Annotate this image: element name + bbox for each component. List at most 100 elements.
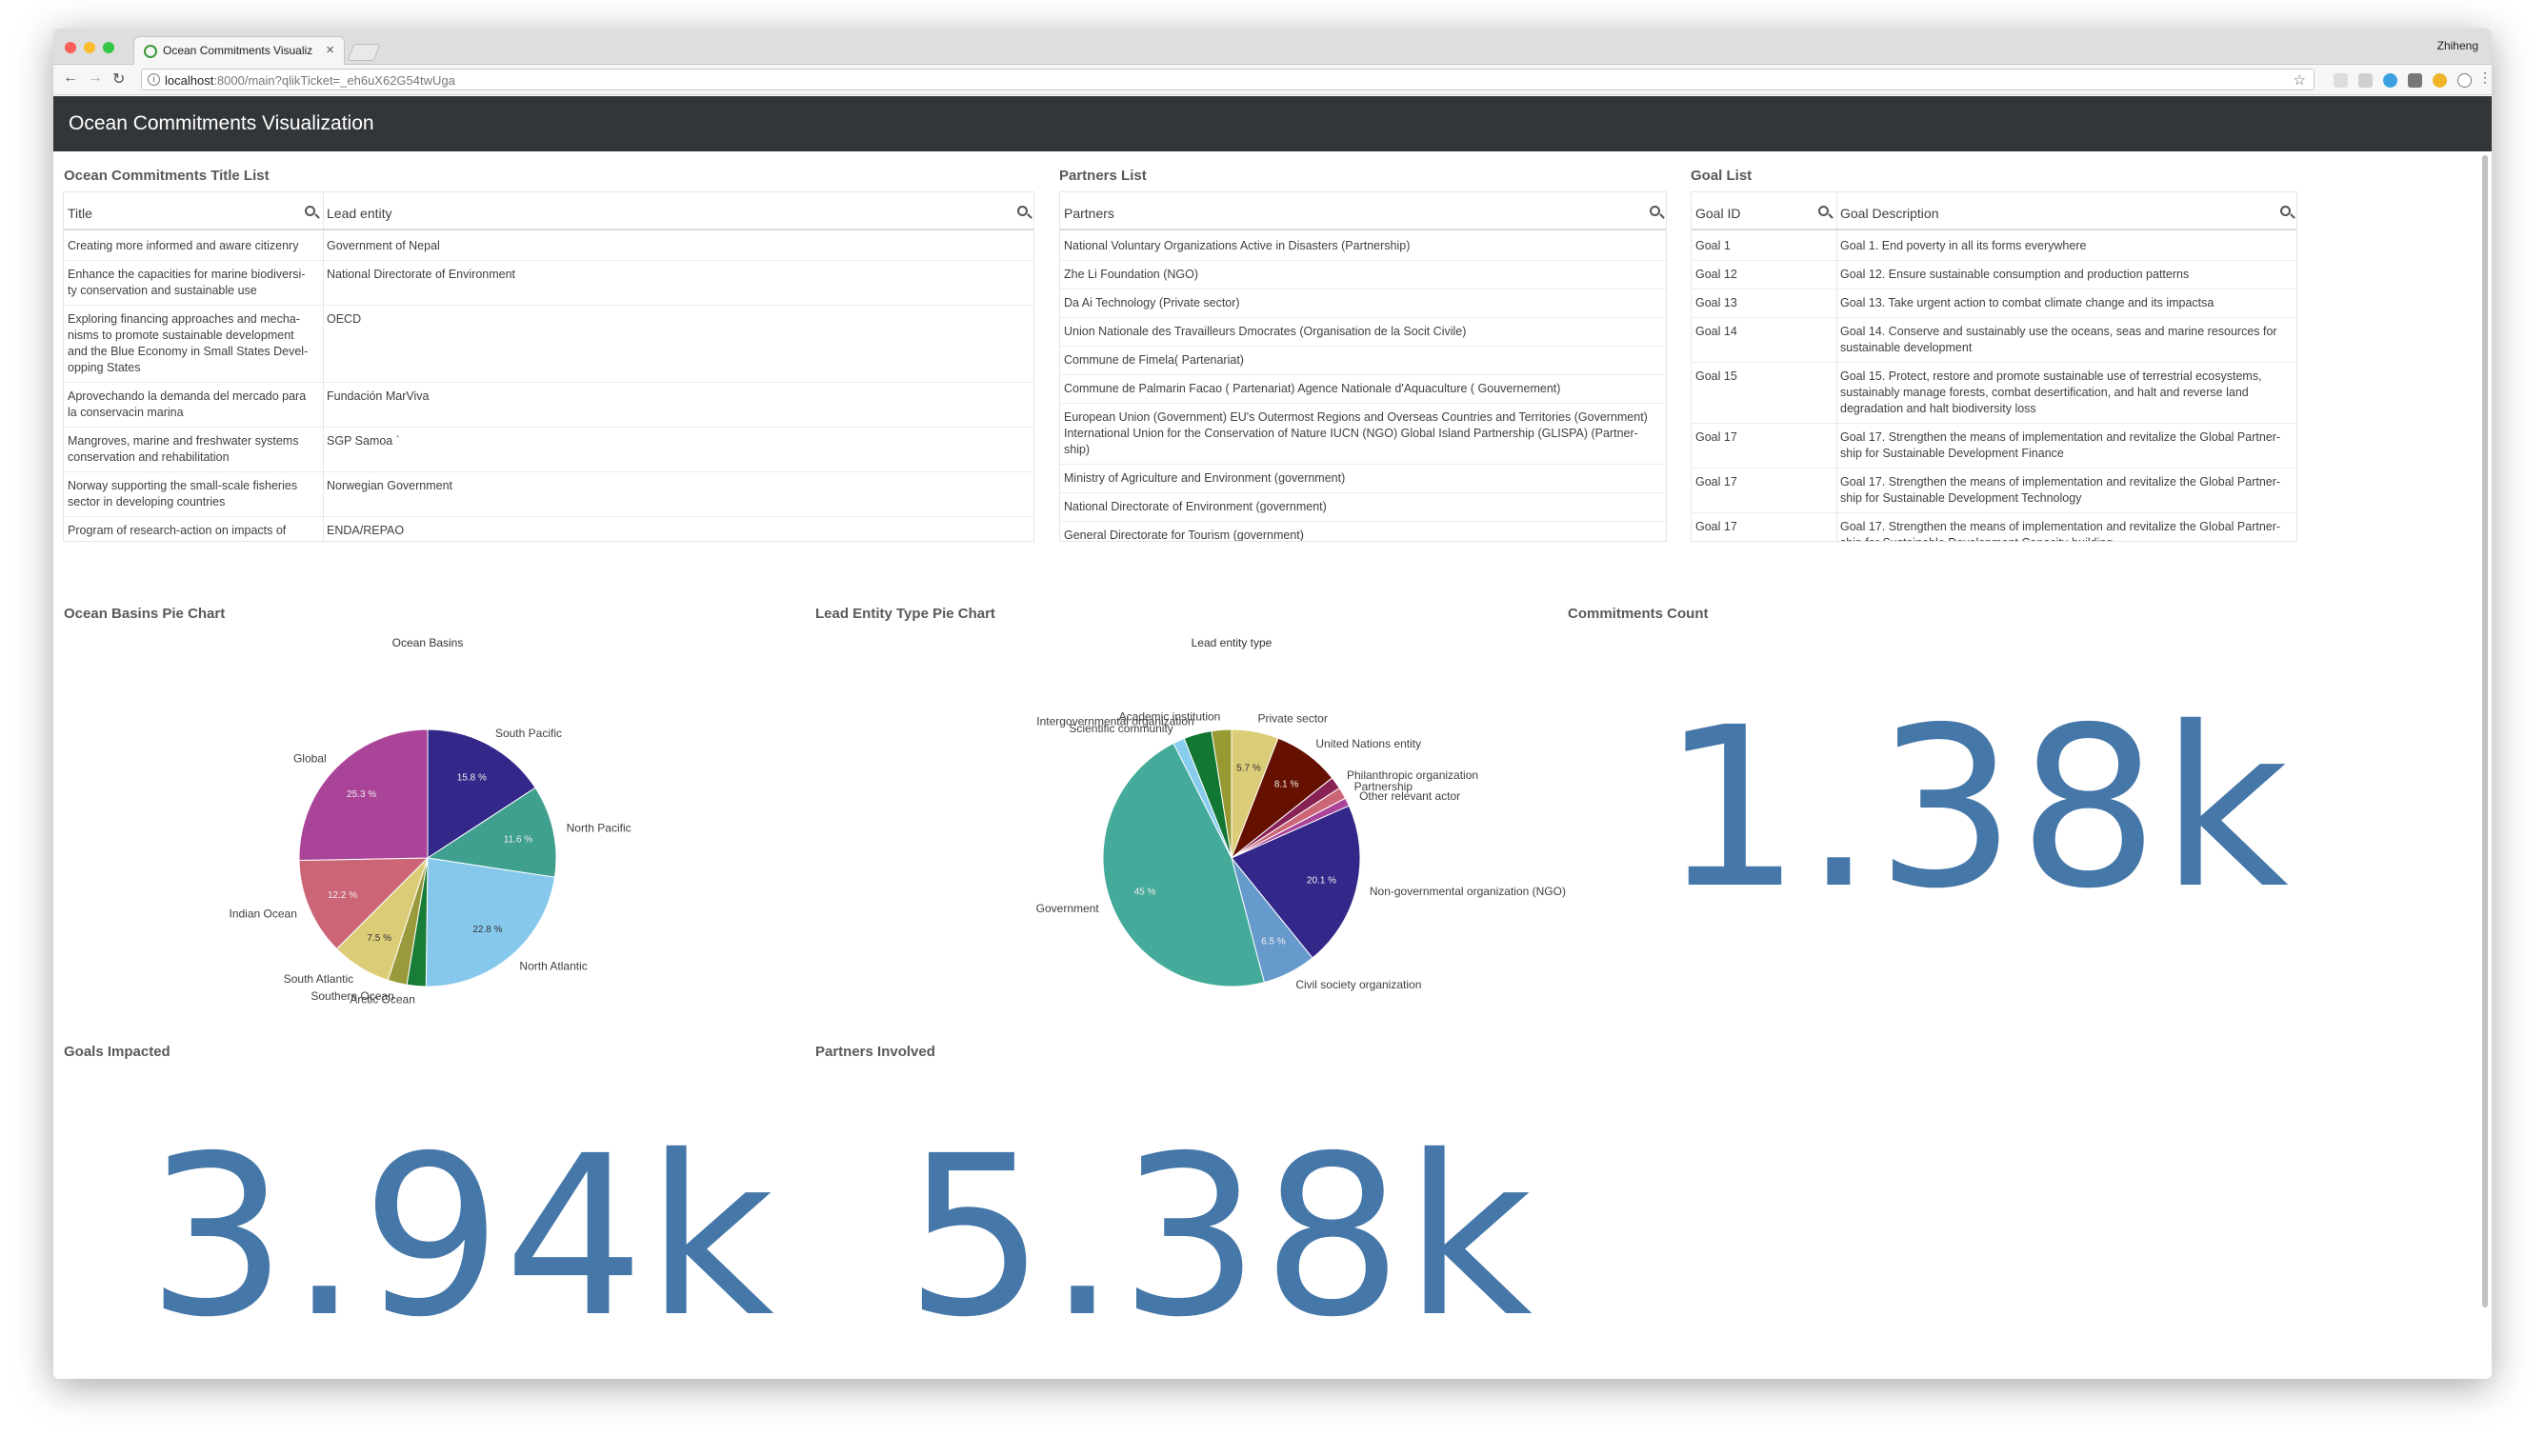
table-row[interactable]: Enhance the capacities for marine biodiv…	[64, 261, 1033, 306]
arrow-right-icon[interactable]: →	[88, 70, 103, 87]
table-cell[interactable]: Goal 14	[1692, 324, 1833, 363]
search-icon[interactable]	[1017, 206, 1028, 216]
table-cell[interactable]: Exploring financing approaches and mecha…	[64, 311, 319, 383]
profile-name[interactable]: Zhiheng	[2437, 39, 2478, 52]
table-cell[interactable]: Goal 17	[1692, 519, 1833, 541]
goals-table[interactable]: Goal ID Goal Description Goal 1 Goal 1. E…	[1691, 191, 2297, 542]
table-row[interactable]: Goal 13 Goal 13. Take urgent action to co…	[1692, 289, 2296, 318]
table-cell[interactable]: Goal 15	[1692, 369, 1833, 424]
table-cell[interactable]: National Voluntary Organizations Active …	[1060, 238, 1664, 261]
star-icon[interactable]: ☆	[2294, 71, 2306, 89]
table-row[interactable]: Creating more informed and aware citizen…	[64, 232, 1033, 261]
table-cell[interactable]: Goal 17	[1692, 474, 1833, 513]
table-row[interactable]: Norway supporting the small-scale fisher…	[64, 472, 1033, 517]
table-row[interactable]: National Voluntary Organizations Active …	[1060, 232, 1666, 261]
table-row[interactable]: National Directorate of Environment (gov…	[1060, 493, 1666, 522]
table-row[interactable]: Goal 15 Goal 15. Protect, restore and pro…	[1692, 363, 2296, 424]
extension-icon[interactable]	[2457, 73, 2472, 88]
table-row[interactable]: Goal 12 Goal 12. Ensure sustainable consu…	[1692, 261, 2296, 289]
table-cell[interactable]: National Directorate of Environment	[323, 267, 1028, 306]
more-vertical-icon[interactable]: ⋮	[2478, 70, 2492, 86]
table-row[interactable]: Commune de Palmarin Facao ( Partenariat)…	[1060, 375, 1666, 404]
extension-icon[interactable]	[2334, 73, 2348, 88]
goal-id-column-header[interactable]: Goal ID	[1692, 192, 1836, 230]
table-cell[interactable]: Goal 12. Ensure sustainable consumption …	[1836, 267, 2294, 289]
table-cell[interactable]: SGP Samoa `	[323, 433, 1028, 472]
table-cell[interactable]: Enhance the capacities for marine biodiv…	[64, 267, 319, 306]
table-row[interactable]: Program of research-action on impacts of…	[64, 517, 1033, 541]
table-row[interactable]: Exploring financing approaches and mecha…	[64, 306, 1033, 383]
table-cell[interactable]: OECD	[323, 311, 1028, 383]
address-bar[interactable]: i localhost:8000/main?qlikTicket=_eh6uX6…	[141, 69, 2315, 90]
table-cell[interactable]: General Directorate for Tourism (governm…	[1060, 528, 1664, 541]
title-column-header[interactable]: Title	[64, 192, 323, 230]
table-cell[interactable]: Goal 13	[1692, 295, 1833, 318]
table-cell[interactable]: Commune de Palmarin Facao ( Partenariat)…	[1060, 381, 1664, 404]
table-row[interactable]: Zhe Li Foundation (NGO)	[1060, 261, 1666, 289]
table-cell[interactable]: Mangroves, marine and freshwater systems…	[64, 433, 319, 472]
table-cell[interactable]: Commune de Fimela( Partenariat)	[1060, 352, 1664, 375]
goal-description-column-header[interactable]: Goal Description	[1836, 192, 2296, 230]
reload-icon[interactable]: ↻	[112, 70, 125, 89]
ocean-basins-pie-chart[interactable]: Ocean Basins 15.8 % South Pacific 11.6 % Nor…	[53, 623, 806, 1006]
new-tab-button[interactable]	[347, 44, 381, 61]
extension-icon[interactable]	[2408, 73, 2422, 88]
table-cell[interactable]: Goal 17. Strengthen the means of impleme…	[1836, 474, 2294, 513]
vertical-scrollbar[interactable]	[2482, 155, 2488, 1307]
table-cell[interactable]: Aprovechando la demanda del mercado para…	[64, 389, 319, 428]
table-cell[interactable]: Norway supporting the small-scale fisher…	[64, 478, 319, 517]
extension-icon[interactable]	[2383, 73, 2397, 88]
close-window-button[interactable]	[65, 42, 76, 53]
table-row[interactable]: Aprovechando la demanda del mercado para…	[64, 383, 1033, 428]
minimize-window-button[interactable]	[84, 42, 95, 53]
search-icon[interactable]	[2280, 206, 2291, 216]
lead-entity-pie-chart[interactable]: Lead entity type 5.7 % Private sector 8.1 %…	[806, 623, 1568, 991]
table-cell[interactable]: Goal 1	[1692, 238, 1833, 261]
table-cell[interactable]: Norwegian Government	[323, 478, 1028, 517]
close-tab-icon[interactable]: ×	[326, 42, 334, 58]
table-cell[interactable]: Goal 17	[1692, 429, 1833, 469]
search-icon[interactable]	[1818, 206, 1829, 216]
table-row[interactable]: Mangroves, marine and freshwater systems…	[64, 428, 1033, 472]
site-info-icon[interactable]: i	[148, 73, 160, 86]
search-icon[interactable]	[1650, 206, 1660, 216]
extension-icon[interactable]	[2358, 73, 2373, 88]
table-cell[interactable]: Ministry of Agriculture and Environment …	[1060, 470, 1664, 493]
table-cell[interactable]: Goal 12	[1692, 267, 1833, 289]
table-cell[interactable]: Goal 1. End poverty in all its forms eve…	[1836, 238, 2294, 261]
table-row[interactable]: Union Nationale des Travailleurs Dmocrat…	[1060, 318, 1666, 347]
table-cell[interactable]: Goal 14. Conserve and sustainably use th…	[1836, 324, 2294, 363]
table-row[interactable]: Goal 14 Goal 14. Conserve and sustainably…	[1692, 318, 2296, 363]
browser-tab[interactable]: Ocean Commitments Visualiz ×	[133, 36, 345, 65]
table-cell[interactable]: Creating more informed and aware citizen…	[64, 238, 319, 261]
table-cell[interactable]: Zhe Li Foundation (NGO)	[1060, 267, 1664, 289]
search-icon[interactable]	[305, 206, 315, 216]
table-row[interactable]: Goal 1 Goal 1. End poverty in all its for…	[1692, 232, 2296, 261]
table-cell[interactable]: Da Ai Technology (Private sector)	[1060, 295, 1664, 318]
table-cell[interactable]: Union Nationale des Travailleurs Dmocrat…	[1060, 324, 1664, 347]
partners-table[interactable]: Partners National Voluntary Organization…	[1059, 191, 1667, 542]
table-cell[interactable]: Program of research-action on impacts of…	[64, 523, 319, 541]
lead-entity-column-header[interactable]: Lead entity	[323, 192, 1033, 230]
table-cell[interactable]: European Union (Government) EU's Outermo…	[1060, 409, 1664, 465]
table-cell[interactable]: Goal 13. Take urgent action to combat cl…	[1836, 295, 2294, 318]
table-cell[interactable]: Fundación MarViva	[323, 389, 1028, 428]
table-cell[interactable]: National Directorate of Environment (gov…	[1060, 499, 1664, 522]
extension-icon[interactable]	[2433, 73, 2447, 88]
partners-column-header[interactable]: Partners	[1060, 192, 1666, 230]
table-row[interactable]: Commune de Fimela( Partenariat)	[1060, 347, 1666, 375]
table-cell[interactable]: Government of Nepal	[323, 238, 1028, 261]
arrow-left-icon[interactable]: ←	[63, 70, 78, 87]
table-cell[interactable]: Goal 17. Strengthen the means of impleme…	[1836, 429, 2294, 469]
table-row[interactable]: Ministry of Agriculture and Environment …	[1060, 465, 1666, 493]
table-row[interactable]: European Union (Government) EU's Outermo…	[1060, 404, 1666, 465]
maximize-window-button[interactable]	[103, 42, 114, 53]
table-row[interactable]: Goal 17 Goal 17. Strengthen the means of …	[1692, 424, 2296, 469]
table-row[interactable]: General Directorate for Tourism (governm…	[1060, 522, 1666, 541]
titles-table[interactable]: Title Lead entity Creating more informed…	[63, 191, 1034, 542]
table-row[interactable]: Goal 17 Goal 17. Strengthen the means of …	[1692, 513, 2296, 541]
table-cell[interactable]: ENDA/REPAO	[323, 523, 1028, 541]
table-cell[interactable]: Goal 15. Protect, restore and promote su…	[1836, 369, 2294, 424]
table-row[interactable]: Goal 17 Goal 17. Strengthen the means of …	[1692, 469, 2296, 513]
table-row[interactable]: Da Ai Technology (Private sector)	[1060, 289, 1666, 318]
